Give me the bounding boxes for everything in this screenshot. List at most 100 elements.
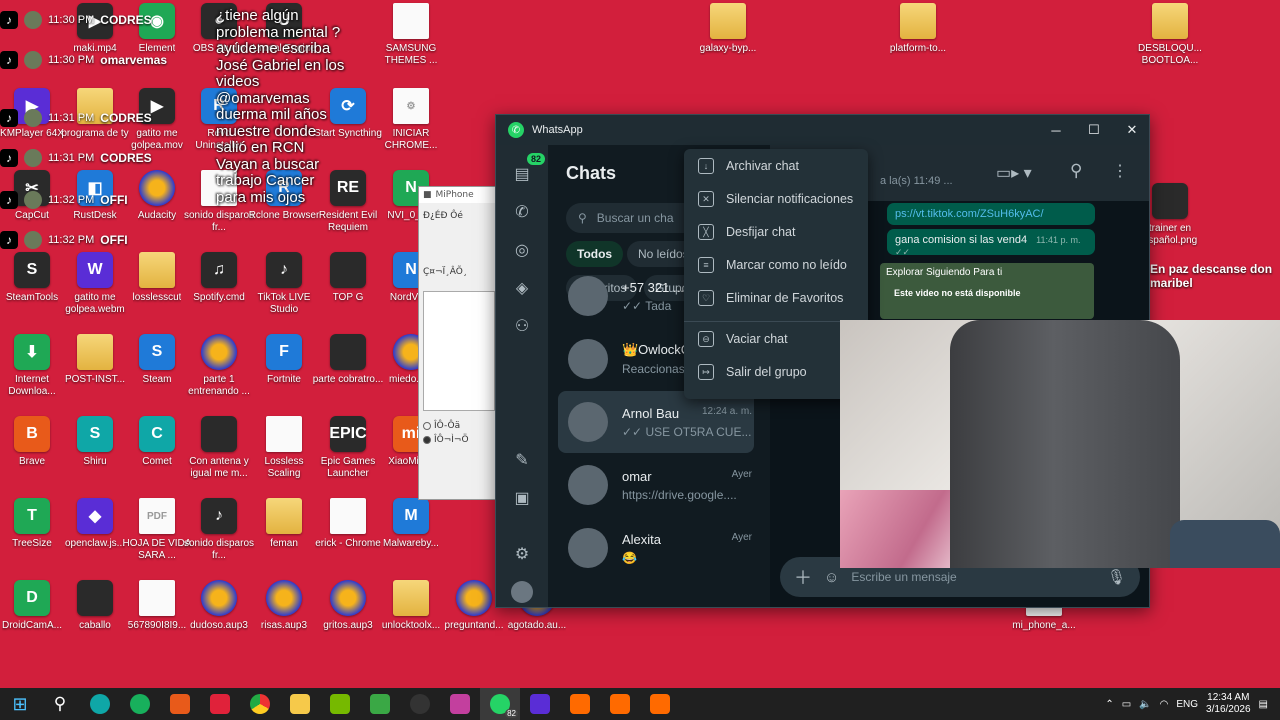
taskbar-xiaomi-1[interactable] [560, 688, 600, 720]
context-menu-item[interactable]: ✕ Silenciar notificaciones [684, 184, 868, 214]
chat-list-item[interactable]: Arnol Bau 12:24 a. m. ✓✓ USE OT5RA CUE... [558, 391, 754, 453]
link-message[interactable]: ps://vt.tiktok.com/ZSuH6kyAC/ [887, 203, 1095, 225]
close-button[interactable]: ✕ [1113, 115, 1149, 145]
desktop-icon-label: openclaw.js... [64, 538, 126, 549]
context-menu-item[interactable]: ≡ Marcar como no leído [684, 250, 868, 280]
windows-icon: ⊞ [12, 693, 28, 714]
taskbar-xiaomi-3[interactable] [640, 688, 680, 720]
desktop-icon[interactable]: Lossless Scaling [248, 416, 320, 480]
chevron-up-icon[interactable]: ⌃ [1105, 699, 1113, 710]
channels-nav-icon[interactable]: ◈ [507, 273, 537, 303]
app-icon [330, 334, 366, 370]
miphone-radio-2[interactable]: ÎÔ¬Ì¬Ö [423, 435, 495, 445]
language-indicator[interactable]: ENG [1176, 699, 1198, 710]
desktop-icon[interactable]: Con antena y igual me m... [183, 416, 255, 480]
settings-gear-icon[interactable]: ⚙ [507, 539, 537, 569]
taskbar-kmplayer[interactable] [520, 688, 560, 720]
start-button[interactable]: ⊞ [0, 688, 40, 720]
desktop-icon[interactable]: platform-to... [882, 3, 954, 55]
taskbar-brave[interactable] [160, 688, 200, 720]
desktop-icon[interactable]: M Malwareby... [375, 498, 447, 550]
desktop-icon[interactable]: ♪ sonido disparos fr... [183, 498, 255, 562]
taskbar-syncthing[interactable] [120, 688, 160, 720]
desktop-icon[interactable]: F Fortnite [248, 334, 320, 386]
more-menu-icon[interactable]: ⋮ [1112, 161, 1128, 181]
profile-avatar[interactable] [507, 577, 537, 607]
tiktok-icon: ♪ [0, 51, 18, 69]
attach-plus-icon[interactable]: ＋ [794, 564, 812, 590]
taskbar-nvidia[interactable] [320, 688, 360, 720]
desktop-icon[interactable]: S SteamTools [0, 252, 68, 304]
edit-nav-icon[interactable]: ✎ [507, 445, 537, 475]
chat-name: 👑OwlockC [622, 342, 691, 357]
maximize-button[interactable]: ☐ [1075, 115, 1113, 145]
desktop-icon[interactable]: B Brave [0, 416, 68, 468]
miphone-window[interactable]: ■ MiPhone Đ¿ÉÐ Ôé Ç¤¬Ï¸ÂÕ¸ ÎÔ-Ôä ÎÔ¬Ì¬Ö [418, 186, 500, 500]
battery-icon[interactable]: ▭ [1122, 699, 1131, 710]
kmplayer-icon [530, 694, 550, 714]
desktop-icon[interactable]: T TreeSize [0, 498, 68, 550]
miphone-radio-1[interactable]: ÎÔ-Ôä [423, 421, 495, 431]
whatsapp-titlebar[interactable]: ✆ WhatsApp ─ ☐ ✕ [496, 115, 1149, 145]
desktop-icon[interactable]: risas.aup3 [248, 580, 320, 632]
volume-icon[interactable]: 🔈 [1139, 699, 1151, 710]
desktop-icon[interactable]: EPIC Epic Games Launcher [312, 416, 384, 480]
clock[interactable]: 12:34 AM 3/16/2026 [1206, 692, 1251, 716]
taskbar-xiaomi-2[interactable] [600, 688, 640, 720]
context-menu-item[interactable]: ↓ Archivar chat [684, 151, 868, 181]
taskbar-obs[interactable] [400, 688, 440, 720]
media-nav-icon[interactable]: ▣ [507, 483, 537, 513]
communities-nav-icon[interactable]: ⚇ [507, 311, 537, 341]
minimize-button[interactable]: ─ [1037, 115, 1075, 145]
taskbar-snip[interactable] [440, 688, 480, 720]
video-call-icon[interactable]: ▭▸ ▾ [996, 163, 1032, 183]
chats-nav-icon[interactable]: ▤ 82 [507, 153, 545, 189]
status-nav-icon[interactable]: ◎ [507, 235, 537, 265]
filter-todos[interactable]: Todos [566, 241, 624, 267]
chat-list-item[interactable]: Alexita Ayer 😂 [558, 517, 754, 579]
taskbar-chrome[interactable] [240, 688, 280, 720]
desktop-icon[interactable]: unlocktoolx... [375, 580, 447, 632]
desktop-icon[interactable]: ♫ Spotify.cmd [183, 252, 255, 304]
notification-icon[interactable]: ▤ [1259, 699, 1268, 710]
search-icon[interactable]: ⚲ [1070, 161, 1082, 181]
sticker-icon[interactable]: ☺ [824, 569, 839, 586]
desktop-icon[interactable]: ⚙ INICIAR CHROME... [375, 88, 447, 152]
calls-nav-icon[interactable]: ✆ [507, 197, 537, 227]
desktop-icon[interactable]: ⬇ Internet Downloa... [0, 334, 68, 398]
desktop-icon[interactable]: TOP G [312, 252, 384, 304]
taskbar-comet[interactable] [80, 688, 120, 720]
desktop-icon[interactable]: dudoso.aup3 [183, 580, 255, 632]
app-icon: ♪ [266, 252, 302, 288]
context-menu-item[interactable]: ♡ Eliminar de Favoritos [684, 283, 868, 313]
desktop-icon[interactable]: ♪ TikTok LIVE Studio [248, 252, 320, 316]
message-input[interactable]: Escribe un mensaje [851, 570, 1095, 584]
taskbar-app-red[interactable] [200, 688, 240, 720]
chat-time: 12:24 a. m. [701, 405, 752, 417]
taskbar-droidcam[interactable] [360, 688, 400, 720]
desktop-icon[interactable]: SAMSUNG THEMES ... [375, 3, 447, 67]
tiktok-preview[interactable]: Explorar Siguiendo Para ti Este video no… [880, 263, 1094, 319]
taskbar-whatsapp[interactable]: 82 [480, 688, 520, 720]
whatsapp-taskbar-badge: 82 [505, 709, 518, 718]
microphone-icon[interactable]: 🎙 [1107, 568, 1126, 586]
desktop-icon-label: erick - Chrome [315, 538, 381, 549]
desktop-icon[interactable]: D DroidCamA... [0, 580, 68, 632]
desktop-icon[interactable]: gritos.aup3 [312, 580, 384, 632]
desktop-icon[interactable]: DESBLOQU... BOOTLOA... [1134, 3, 1206, 67]
desktop-icon[interactable]: parte cobratro... [312, 334, 384, 386]
desktop-icon[interactable]: galaxy-byp... [692, 3, 764, 55]
desktop-icon-label: Shiru [83, 456, 107, 467]
context-menu-item[interactable]: ╳ Desfijar chat [684, 217, 868, 247]
taskbar-explorer[interactable] [280, 688, 320, 720]
desktop-icon[interactable]: feman [248, 498, 320, 550]
chat-list-item[interactable]: omar Ayer https://drive.google.... [558, 454, 754, 516]
app-icon: ♫ [201, 252, 237, 288]
wifi-icon[interactable]: ◠ [1160, 699, 1169, 710]
desktop-icon[interactable]: erick - Chrome [312, 498, 384, 550]
search-button[interactable]: ⚲ [40, 688, 80, 720]
avatar [24, 231, 42, 249]
desktop-icon[interactable]: parte 1 entrenando ... [183, 334, 255, 398]
miphone-titlebar[interactable]: ■ MiPhone [419, 187, 499, 203]
chat-preview: 😂 [622, 550, 637, 565]
